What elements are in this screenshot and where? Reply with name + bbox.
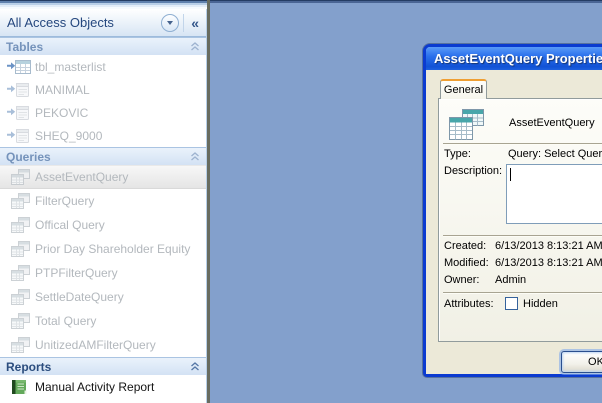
attributes-label: Attributes: xyxy=(444,298,494,310)
nav-item-label: AssetEventQuery xyxy=(35,170,129,184)
section-header-queries[interactable]: Queries xyxy=(0,147,206,165)
section-header-reports[interactable]: Reports xyxy=(0,357,206,375)
query-icon xyxy=(6,336,34,354)
tab-label: General xyxy=(443,84,484,96)
chevron-down-icon xyxy=(167,21,174,25)
nav-item-label: Offical Query xyxy=(35,218,105,232)
query-icon xyxy=(6,216,34,234)
dialog-titlebar[interactable]: AssetEventQuery Properties ✕ xyxy=(426,47,602,70)
query-icon xyxy=(6,264,34,282)
nav-item-label: PTPFilterQuery xyxy=(35,266,118,280)
nav-item-query[interactable]: SettleDateQuery xyxy=(0,285,206,309)
nav-item-report[interactable]: Manual Activity Report xyxy=(0,375,206,398)
navigation-pane: All Access Objects « Tables tbl_masterli… xyxy=(0,9,207,403)
owner-value: Admin xyxy=(495,274,527,286)
section-header-tables[interactable]: Tables xyxy=(0,37,206,55)
nav-item-query[interactable]: PTPFilterQuery xyxy=(0,261,206,285)
nav-pane-menu-button[interactable] xyxy=(161,13,180,32)
section-label: Tables xyxy=(6,39,44,54)
description-field-frame xyxy=(506,164,602,224)
properties-dialog: AssetEventQuery Properties ✕ General xyxy=(423,44,602,377)
text-caret xyxy=(510,168,511,181)
nav-item-label: Prior Day Shareholder Equity xyxy=(35,242,191,256)
shutter-bar-close-button[interactable]: « xyxy=(188,16,202,30)
nav-item-query[interactable]: FilterQuery xyxy=(0,189,206,213)
query-icon xyxy=(6,168,34,186)
ok-button[interactable]: OK xyxy=(561,351,602,373)
section-label: Queries xyxy=(6,149,51,164)
separator xyxy=(443,143,602,144)
report-icon xyxy=(6,379,34,395)
workspace: AssetEventQuery Properties ✕ General xyxy=(210,0,602,403)
nav-item-query-selected[interactable]: AssetEventQuery xyxy=(0,165,206,189)
nav-item-label: Total Query xyxy=(35,314,97,328)
query-icon xyxy=(6,288,34,306)
nav-item-label: UnitizedAMFilterQuery xyxy=(35,338,156,352)
description-textarea[interactable] xyxy=(507,165,602,223)
hidden-checkbox-label: Hidden xyxy=(523,298,558,310)
ok-button-label: OK xyxy=(588,356,602,368)
object-name: AssetEventQuery xyxy=(509,117,595,129)
nav-item-table[interactable]: SHEQ_9000 xyxy=(0,124,206,147)
header-divider xyxy=(183,13,185,32)
nav-item-label: PEKOVIC xyxy=(35,105,89,120)
description-label: Description: xyxy=(444,165,503,177)
nav-pane-header[interactable]: All Access Objects « xyxy=(0,9,206,37)
created-value: 6/13/2013 8:13:21 AM xyxy=(495,240,602,252)
owner-label: Owner: xyxy=(444,274,480,286)
linked-file-icon xyxy=(6,105,34,121)
nav-item-query[interactable]: UnitizedAMFilterQuery xyxy=(0,333,206,357)
dialog-title: AssetEventQuery Properties xyxy=(434,51,602,66)
nav-pane-title: All Access Objects xyxy=(7,15,114,30)
separator xyxy=(443,235,602,236)
linked-file-icon xyxy=(6,128,34,144)
nav-item-table[interactable]: PEKOVIC xyxy=(0,101,206,124)
created-label: Created: xyxy=(444,240,487,252)
nav-item-query[interactable]: Total Query xyxy=(0,309,206,333)
query-icon xyxy=(6,312,34,330)
type-value: Query: Select Query xyxy=(508,148,602,160)
query-icon xyxy=(6,240,34,258)
ribbon-bottom-edge xyxy=(0,0,210,9)
nav-item-label: tbl_masterlist xyxy=(35,59,106,74)
double-chevron-up-icon xyxy=(190,152,200,161)
double-chevron-up-icon xyxy=(190,42,200,51)
modified-value: 6/13/2013 8:13:21 AM xyxy=(495,257,602,269)
modified-label: Modified: xyxy=(444,257,489,269)
type-label: Type: xyxy=(444,148,471,160)
separator xyxy=(443,292,602,293)
dialog-body: General AssetEventQuery Type: Query: Sel… xyxy=(426,70,602,374)
double-chevron-up-icon xyxy=(190,362,200,371)
nav-item-table[interactable]: MANIMAL xyxy=(0,78,206,101)
nav-item-query[interactable]: Prior Day Shareholder Equity xyxy=(0,237,206,261)
nav-item-label: SettleDateQuery xyxy=(35,290,124,304)
hidden-checkbox[interactable] xyxy=(505,297,518,310)
nav-item-label: MANIMAL xyxy=(35,82,90,97)
query-icon-large xyxy=(449,109,485,145)
access-window: All Access Objects « Tables tbl_masterli… xyxy=(0,0,602,403)
nav-item-label: Manual Activity Report xyxy=(35,379,155,394)
section-label: Reports xyxy=(6,359,52,374)
nav-item-label: FilterQuery xyxy=(35,194,95,208)
general-tab-panel: AssetEventQuery Type: Query: Select Quer… xyxy=(438,98,602,342)
nav-item-table[interactable]: tbl_masterlist xyxy=(0,55,206,78)
query-icon xyxy=(6,192,34,210)
linked-file-icon xyxy=(6,82,34,98)
linked-table-icon xyxy=(6,59,34,75)
nav-item-query[interactable]: Offical Query xyxy=(0,213,206,237)
tab-general[interactable]: General xyxy=(440,79,487,99)
nav-item-label: SHEQ_9000 xyxy=(35,128,103,143)
